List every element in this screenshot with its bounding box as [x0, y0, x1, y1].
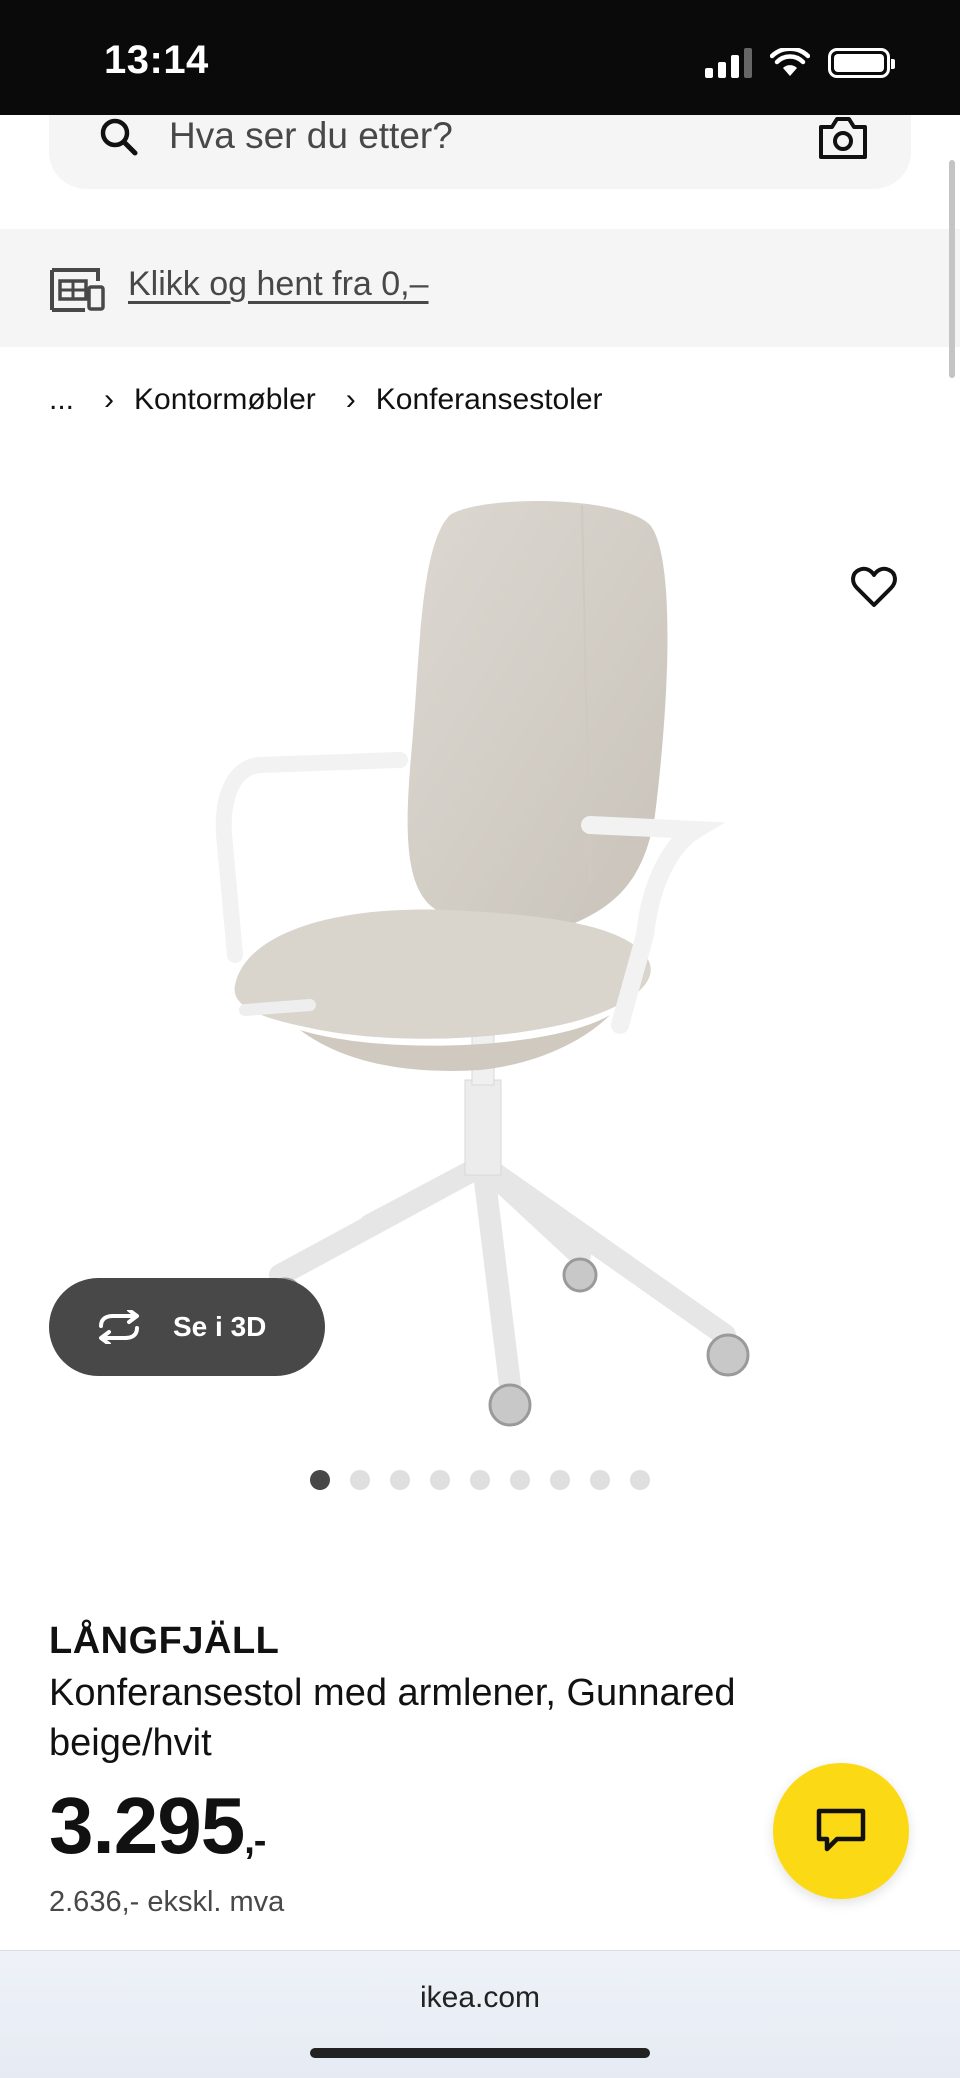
chat-button[interactable] [773, 1763, 909, 1899]
chevron-right-icon: › [104, 383, 115, 416]
chat-icon [816, 1808, 866, 1852]
wifi-icon [770, 48, 810, 76]
carousel-dot[interactable] [510, 1470, 530, 1490]
search-icon [100, 118, 138, 156]
carousel-dot[interactable] [390, 1470, 410, 1490]
view-in-3d-button[interactable]: Se i 3D [49, 1278, 325, 1376]
breadcrumb-ellipsis[interactable]: ... [49, 383, 74, 417]
breadcrumb-item-konferansestoler[interactable]: Konferansestoler [376, 383, 603, 417]
heart-icon [851, 566, 897, 607]
rotate-icon [99, 1310, 139, 1344]
breadcrumb-item-kontormobler[interactable]: Kontormøbler [134, 383, 316, 417]
view-in-3d-label: Se i 3D [173, 1311, 267, 1342]
price-main: 3.295 [49, 1781, 245, 1870]
click-and-collect-link[interactable]: Klikk og hent fra 0,– [128, 265, 429, 304]
domain-label[interactable]: ikea.com [0, 1981, 960, 2015]
carousel-indicator [310, 1470, 650, 1490]
cellular-signal-icon [705, 48, 752, 78]
browser-address-bar: ikea.com [0, 1950, 960, 2078]
chevron-right-icon: › [345, 383, 356, 416]
carousel-dot[interactable] [630, 1470, 650, 1490]
camera-icon[interactable] [817, 115, 869, 161]
price-excluding-vat: 2.636,- ekskl. mva [49, 1886, 285, 1918]
status-time: 13:14 [104, 38, 209, 82]
carousel-dot[interactable] [590, 1470, 610, 1490]
carousel-dot[interactable] [350, 1470, 370, 1490]
store-icon [50, 268, 105, 312]
favorite-button[interactable] [842, 555, 906, 619]
status-bar: 13:14 [0, 0, 960, 115]
product-price: 3.295,- [49, 1780, 266, 1872]
battery-icon [828, 48, 895, 78]
price-suffix: ,- [244, 1820, 266, 1862]
search-input[interactable]: Hva ser du etter? [169, 115, 453, 157]
promo-bar: Klikk og hent fra 0,– [0, 229, 960, 347]
status-icons [705, 46, 895, 80]
scrollbar[interactable] [949, 160, 955, 378]
carousel-dot[interactable] [310, 1470, 330, 1490]
product-description: Konferansestol med armlener, Gunnared be… [49, 1672, 736, 1764]
carousel-dot[interactable] [550, 1470, 570, 1490]
carousel-dot[interactable] [470, 1470, 490, 1490]
search-bar[interactable]: Hva ser du etter? [49, 115, 911, 189]
product-image-gallery[interactable]: Se i 3D [0, 455, 960, 1445]
carousel-dot[interactable] [430, 1470, 450, 1490]
breadcrumb: ... › Kontormøbler › Konferansestoler [49, 380, 603, 420]
product-name: LÅNGFJÄLL [49, 1620, 280, 1662]
home-indicator[interactable] [310, 2048, 650, 2058]
